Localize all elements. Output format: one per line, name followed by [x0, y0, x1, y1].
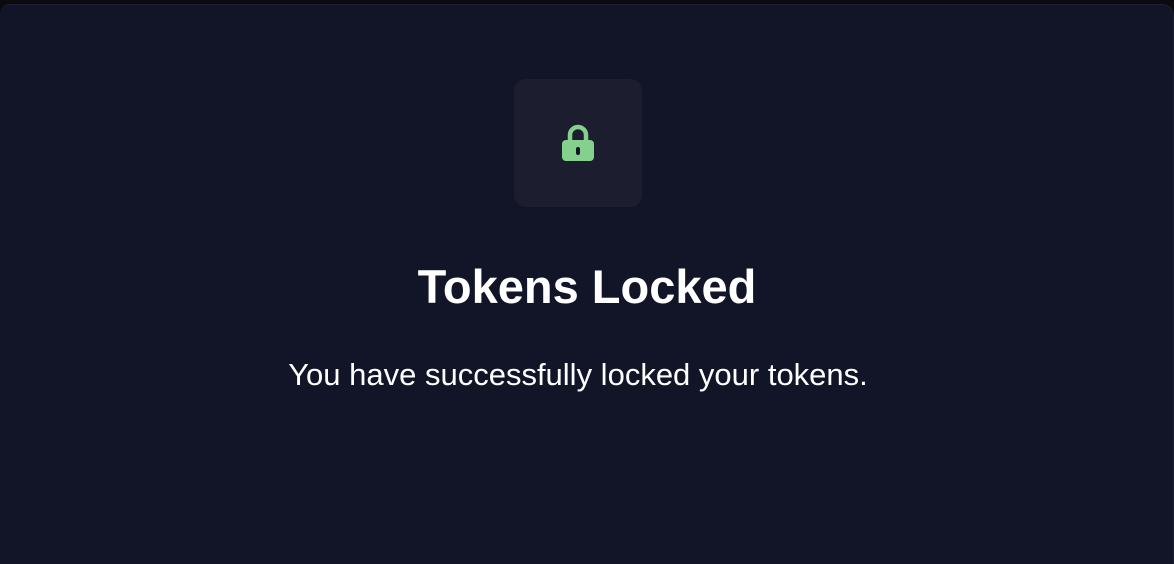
lock-icon-tile	[514, 79, 642, 207]
success-dialog: Tokens Locked You have successfully lock…	[0, 4, 1174, 564]
dialog-message: You have successfully locked your tokens…	[288, 357, 868, 392]
dialog-title: Tokens Locked	[417, 260, 757, 313]
lock-icon	[562, 124, 594, 161]
